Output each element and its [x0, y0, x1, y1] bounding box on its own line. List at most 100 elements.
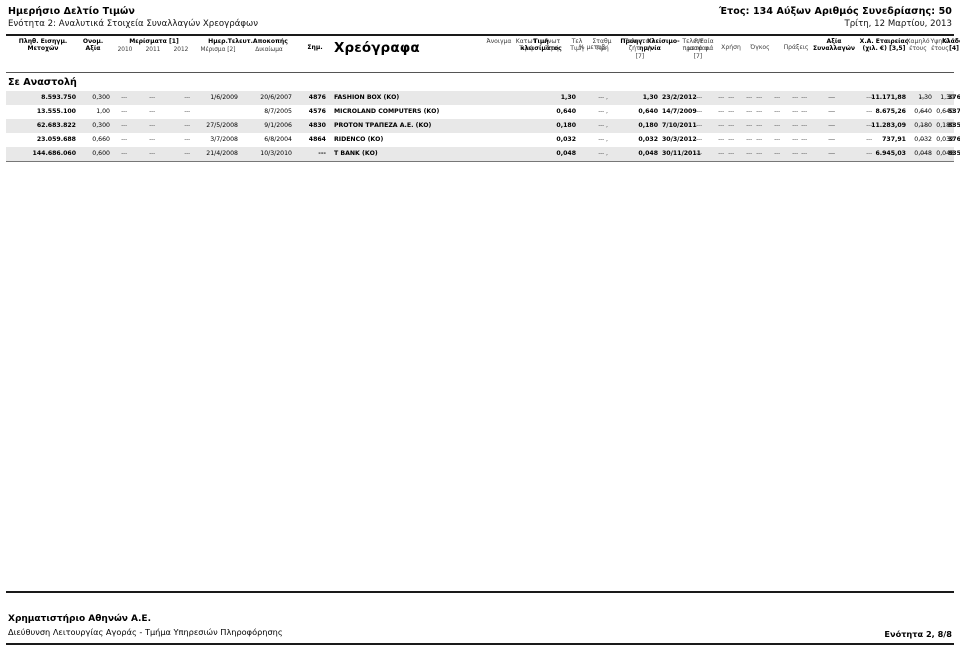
- cell-volume: ---: [756, 136, 762, 143]
- col-cutoff-group: Ημερ.Τελευτ.Αποκοπής: [208, 38, 288, 45]
- cell-note: 4864: [308, 136, 326, 143]
- col-dividends-group: Μερίσματα [1]: [129, 38, 179, 45]
- cell-change: ---: [598, 108, 604, 115]
- cell-cutoff-div: 3/7/2008: [210, 136, 238, 143]
- footer-page-number: Ενότητα 2, 8/8: [884, 629, 952, 639]
- cell-note: 4876: [308, 94, 326, 101]
- table-row: 144.686.060 0,600 --- --- --- 21/4/2008 10/3/2…: [6, 147, 960, 161]
- cell-volume: ---: [756, 122, 762, 129]
- cell-use: ---: [728, 108, 734, 115]
- cell-sector: 3765: [948, 136, 960, 143]
- col-low: Κατωτ Τιμή: [515, 38, 537, 53]
- cell-security: MICROLAND COMPUTERS (ΚΟ): [334, 108, 440, 115]
- cell-sector: 5379: [948, 108, 960, 115]
- session-info: Έτος: 134 Αύξων Αριθμός Συνεδρίασης: 50: [719, 6, 952, 17]
- cell-trades: ---: [792, 150, 798, 157]
- cell-mcap: 11.171,88: [871, 94, 906, 101]
- cell-use: ---: [728, 122, 734, 129]
- cell-prev-close: 0,048: [638, 150, 658, 157]
- col-open: Άνοιγμα: [486, 38, 512, 45]
- cell-div2011: ---: [149, 150, 155, 157]
- cell-mcap: 8.675,26: [875, 108, 906, 115]
- col-use: Χρήση: [721, 44, 741, 51]
- cell-cutoff-right: 8/7/2005: [264, 108, 292, 115]
- cell-div2011: ---: [149, 122, 155, 129]
- footer-department: Διεύθυνση Λειτουργίας Αγοράς - Τμήμα Υπη…: [8, 627, 283, 637]
- col-note: Σημ.: [307, 44, 323, 51]
- cell-cutoff-div: 27/5/2008: [206, 122, 238, 129]
- col-cutoff-dividend: Μέρισμα [2]: [200, 47, 236, 53]
- cell-mcap: 737,91: [882, 136, 906, 143]
- col-high: Ανωτ Τιμή: [543, 38, 561, 53]
- securities-table: 8.593.750 0,300 --- --- --- 1/6/2009 20/6/2007…: [6, 91, 960, 162]
- cell-change: ---: [598, 136, 604, 143]
- cell-div2011: ---: [149, 94, 155, 101]
- cell-prev-close: 0,180: [638, 122, 658, 129]
- footer-left: Χρηματιστήριο Αθηνών Α.Ε. Διεύθυνση Λειτ…: [8, 613, 283, 639]
- table-row: 62.683.822 0,300 --- --- --- 27/5/2008 9/1/200…: [6, 119, 960, 133]
- cell-nominal: 0,600: [92, 150, 110, 157]
- cell-value: ---: [829, 108, 835, 115]
- footer-divider-top: [6, 591, 954, 593]
- cell-div2012: ---: [184, 136, 190, 143]
- col-last: Τελ Τιμή: [570, 38, 584, 53]
- cell-cutoff-right: 10/3/2010: [260, 150, 292, 157]
- col-pe: P/E μετά φ.: [687, 38, 711, 53]
- col-dividend-2012: 2012: [173, 47, 189, 53]
- table-row: 13.555.100 1,00 --- --- --- 8/7/2005 4576 MICRO…: [6, 105, 960, 119]
- cell-mcap: 6.945,03: [875, 150, 906, 157]
- cell-nominal: 0,300: [92, 122, 110, 129]
- cell-sector: 8355: [948, 150, 960, 157]
- cell-div2010: ---: [121, 136, 127, 143]
- cell-close: 1,30: [560, 94, 576, 101]
- cell-change: ---: [598, 94, 604, 101]
- cell-div2012: ---: [184, 94, 190, 101]
- cell-note: 4576: [308, 108, 326, 115]
- cell-pe: ---: [696, 136, 702, 143]
- cell-use: ---: [728, 94, 734, 101]
- cell-cutoff-div: 1/6/2009: [210, 94, 238, 101]
- cell-trades: ---: [792, 94, 798, 101]
- footer-organization: Χρηματιστήριο Αθηνών Α.Ε.: [8, 614, 151, 624]
- col-dividend-2011: 2011: [145, 47, 161, 53]
- cell-close: 0,640: [556, 108, 576, 115]
- cell-nominal: 0,660: [92, 136, 110, 143]
- page-title: Ημερήσιο Δελτίο Τιμών: [8, 6, 135, 17]
- cell-volume: ---: [756, 108, 762, 115]
- cell-value: ---: [829, 122, 835, 129]
- col-shares: Πληθ. Εισηγμ. Μετοχών: [18, 38, 68, 53]
- col-trades: Πράξεις: [783, 44, 809, 51]
- cell-div2012: ---: [184, 108, 190, 115]
- cell-nominal: 1,00: [96, 108, 110, 115]
- cell-sector: 8355: [948, 122, 960, 129]
- col-market-cap: Χ.Α. Εταιρείας (χιλ. €) [3,5]: [859, 38, 909, 53]
- cell-pe: ---: [696, 150, 702, 157]
- cell-div2011: ---: [149, 108, 155, 115]
- cell-cutoff-right: 20/6/2007: [260, 94, 292, 101]
- cell-pe: ---: [696, 122, 702, 129]
- cell-note: 4830: [308, 122, 326, 129]
- col-securities: Χρεόγραφα: [334, 40, 420, 56]
- cell-trades: ---: [792, 108, 798, 115]
- cell-close: 0,032: [556, 136, 576, 143]
- cell-sector: 3763: [948, 94, 960, 101]
- cell-change: ---: [598, 150, 604, 157]
- document-header: Ημερήσιο Δελτίο Τιμών Ενότητα 2: Αναλυτι…: [6, 0, 954, 36]
- table-column-header: Πληθ. Εισηγμ. Μετοχών Ονομ. Αξία Μερίσμα…: [6, 36, 960, 73]
- cell-security: PROTON ΤΡΑΠΕΖΑ Α.Ε. (ΚΟ): [334, 122, 432, 129]
- cell-note: ---: [318, 150, 326, 157]
- col-last-bid: Τελευταία ζήτηση [7]: [624, 38, 656, 60]
- document-header-left: Ημερήσιο Δελτίο Τιμών Ενότητα 2: Αναλυτι…: [8, 5, 258, 31]
- cell-trades: ---: [792, 136, 798, 143]
- cell-security: T BANK (ΚΟ): [334, 150, 378, 157]
- cell-use: ---: [728, 150, 734, 157]
- col-sector: Κλάδος[4]: [942, 38, 960, 53]
- section-title: Σε Αναστολή: [8, 77, 77, 88]
- bulletin-date: Τρίτη, 12 Μαρτίου, 2013: [844, 19, 952, 29]
- cell-prev-close: 0,640: [638, 108, 658, 115]
- table-row: 8.593.750 0,300 --- --- --- 1/6/2009 20/6/2007…: [6, 91, 960, 105]
- cell-security: RIDENCO (ΚΟ): [334, 136, 384, 143]
- cell-div2010: ---: [121, 150, 127, 157]
- cell-prev-close: 1,30: [642, 94, 658, 101]
- cell-value: ---: [829, 94, 835, 101]
